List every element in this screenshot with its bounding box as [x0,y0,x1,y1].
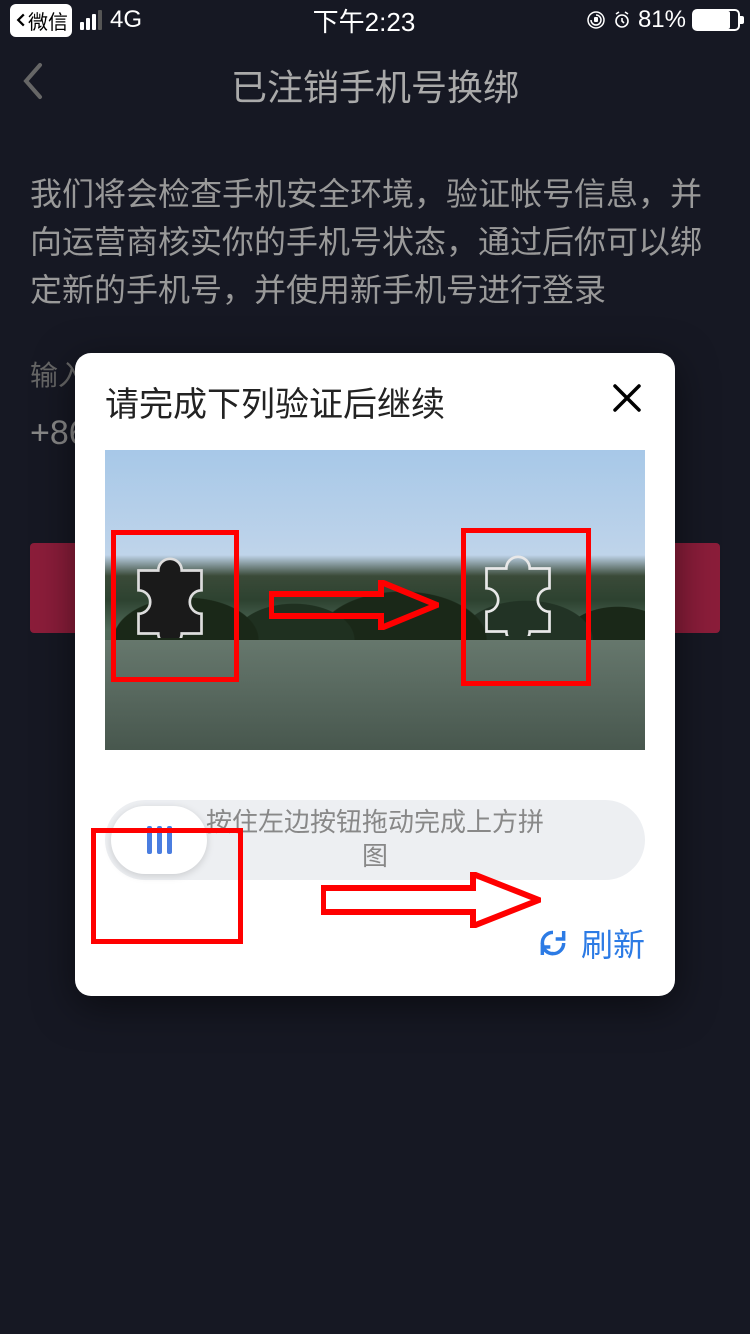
network-label: 4G [110,6,142,34]
status-bar: 微信 4G 下午2:23 81% [0,0,750,40]
page-title: 已注销手机号换绑 [0,59,750,111]
app-name-label: 微信 [28,6,68,35]
battery-icon [692,9,740,31]
close-button[interactable] [609,380,645,424]
annotation-box-target [461,528,591,686]
lock-rotation-icon [586,10,606,30]
clock-label: 下午2:23 [142,2,586,39]
page-description: 我们将会检查手机安全环境，验证帐号信息，并向运营商核实你的手机号状态，通过后你可… [0,130,750,344]
captcha-modal: 请完成下列验证后继续 按住左边按钮拖动完成上方拼图 [75,353,675,996]
refresh-icon [537,927,569,959]
captcha-title: 请完成下列验证后继续 [105,377,445,426]
annotation-arrow-icon [269,580,439,630]
captcha-image [105,450,645,750]
battery-pct-label: 81% [638,6,686,34]
annotation-box-handle [91,828,243,944]
signal-icon [80,10,102,30]
nav-header: 已注销手机号换绑 [0,40,750,130]
annotation-box-source [111,530,239,682]
annotation-arrow-slider-icon [321,872,541,928]
refresh-label: 刷新 [581,920,645,966]
back-to-app-badge[interactable]: 微信 [10,4,72,37]
alarm-icon [612,10,632,30]
